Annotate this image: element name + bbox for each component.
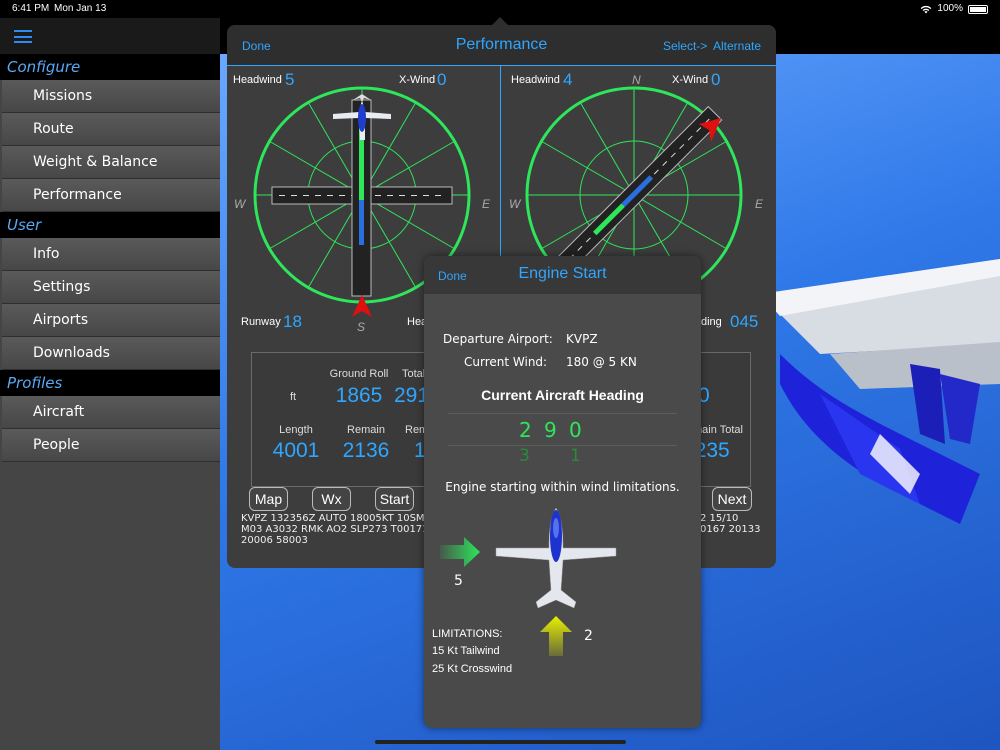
sidebar-item-people[interactable]: People (2, 429, 220, 462)
current-wind-label: Current Wind: (464, 355, 548, 369)
right-heading-label: ding (701, 316, 722, 328)
compass-south-left: S (357, 320, 366, 334)
tailwind-value: 2 (584, 628, 593, 644)
tailwind-arrow-icon (540, 616, 572, 656)
map-button[interactable]: Map (249, 487, 288, 511)
home-indicator[interactable] (375, 740, 626, 744)
sidebar-item-aircraft[interactable]: Aircraft (2, 396, 220, 429)
start-button[interactable]: Start (375, 487, 414, 511)
section-configure: Configure (0, 54, 220, 80)
menu-icon[interactable] (14, 30, 32, 43)
sidebar-item-settings[interactable]: Settings (2, 271, 220, 304)
heading-digit-3: 0 (569, 418, 582, 442)
performance-header: Done Performance Select-> Alternate (227, 25, 776, 65)
compass-north-right: N (632, 73, 641, 87)
status-date: Mon Jan 13 (54, 3, 107, 14)
alternate-label: Alternate (712, 39, 761, 53)
right-heading-value: 045 (730, 312, 759, 331)
sidebar-item-airports[interactable]: Airports (2, 304, 220, 337)
limitation-crosswind: 25 Kt Crosswind (432, 663, 513, 675)
runway-value: 18 (283, 312, 302, 331)
limitations-title: LIMITATIONS: (432, 628, 503, 640)
select-label: Select-> (662, 39, 708, 53)
compass-east-left: E (482, 197, 491, 211)
sidebar-item-info[interactable]: Info (2, 238, 220, 271)
compass-west-right: W (509, 197, 521, 211)
sidebar-header (0, 18, 220, 54)
engine-start-popover: Done Engine Start Departure Airport: KVP… (424, 256, 701, 728)
wifi-icon (921, 5, 932, 13)
ground-roll-unit: ft (290, 391, 297, 403)
ground-roll-label: Ground Roll (329, 368, 389, 380)
engine-start-title: Engine Start (518, 265, 607, 282)
sidebar-item-performance[interactable]: Performance (2, 179, 220, 212)
engine-start-header: Done Engine Start (424, 256, 701, 294)
limitation-tailwind: 15 Kt Tailwind (432, 645, 500, 657)
status-time: 6:41 PM (12, 3, 50, 14)
panel-top-border (227, 65, 776, 66)
crosswind-value: 5 (454, 573, 463, 589)
aircraft-top-view-icon (495, 508, 617, 609)
remain-value: 2136 (342, 439, 390, 462)
select-alternate-button[interactable]: Select-> Alternate (663, 39, 761, 53)
departure-airport-value: KVPZ (566, 332, 598, 346)
heading-next-digit-1: 3 (519, 446, 530, 466)
battery-percent: 100% (937, 3, 963, 14)
heading-digit-2: 9 (544, 418, 557, 442)
wx-button[interactable]: Wx (312, 487, 351, 511)
compass-east-right: E (755, 197, 764, 211)
total-label: Total (402, 368, 426, 380)
next-button[interactable]: Next (712, 487, 752, 511)
heading-divider-mid (448, 445, 677, 446)
heading-digit-1: 2 (519, 418, 532, 442)
heading-divider-top (448, 413, 677, 414)
length-label: Length (279, 424, 313, 436)
wind-limit-message: Engine starting within wind limitations. (445, 480, 680, 494)
sidebar-item-route[interactable]: Route (2, 113, 220, 146)
heading-next-digit-3: 1 (570, 446, 581, 466)
runway-label: Runway (241, 316, 281, 328)
sidebar: Configure Missions Route Weight & Balanc… (0, 54, 220, 750)
departure-airport-label: Departure Airport: (443, 332, 553, 346)
current-wind-value: 180 @ 5 KN (566, 355, 637, 369)
status-bar: 6:41 PM Mon Jan 13 100% (0, 0, 1000, 18)
compass-west-left: W (234, 197, 246, 211)
length-value: 4001 (272, 439, 320, 462)
metar-text-right: 2 15/10 0167 20133 (700, 513, 761, 535)
battery-icon (968, 4, 988, 14)
sidebar-item-downloads[interactable]: Downloads (2, 337, 220, 370)
sidebar-item-weight-balance[interactable]: Weight & Balance (2, 146, 220, 179)
sidebar-item-missions[interactable]: Missions (2, 80, 220, 113)
section-profiles: Profiles (0, 370, 220, 396)
crosswind-arrow-icon (440, 537, 480, 567)
remain-label: Remain (347, 424, 385, 436)
current-heading-title: Current Aircraft Heading (481, 387, 644, 403)
metar-text: KVPZ 132356Z AUTO 18005KT 10SM C M03 A30… (241, 513, 435, 546)
section-user: User (0, 212, 220, 238)
status-right: 100% (920, 0, 988, 18)
